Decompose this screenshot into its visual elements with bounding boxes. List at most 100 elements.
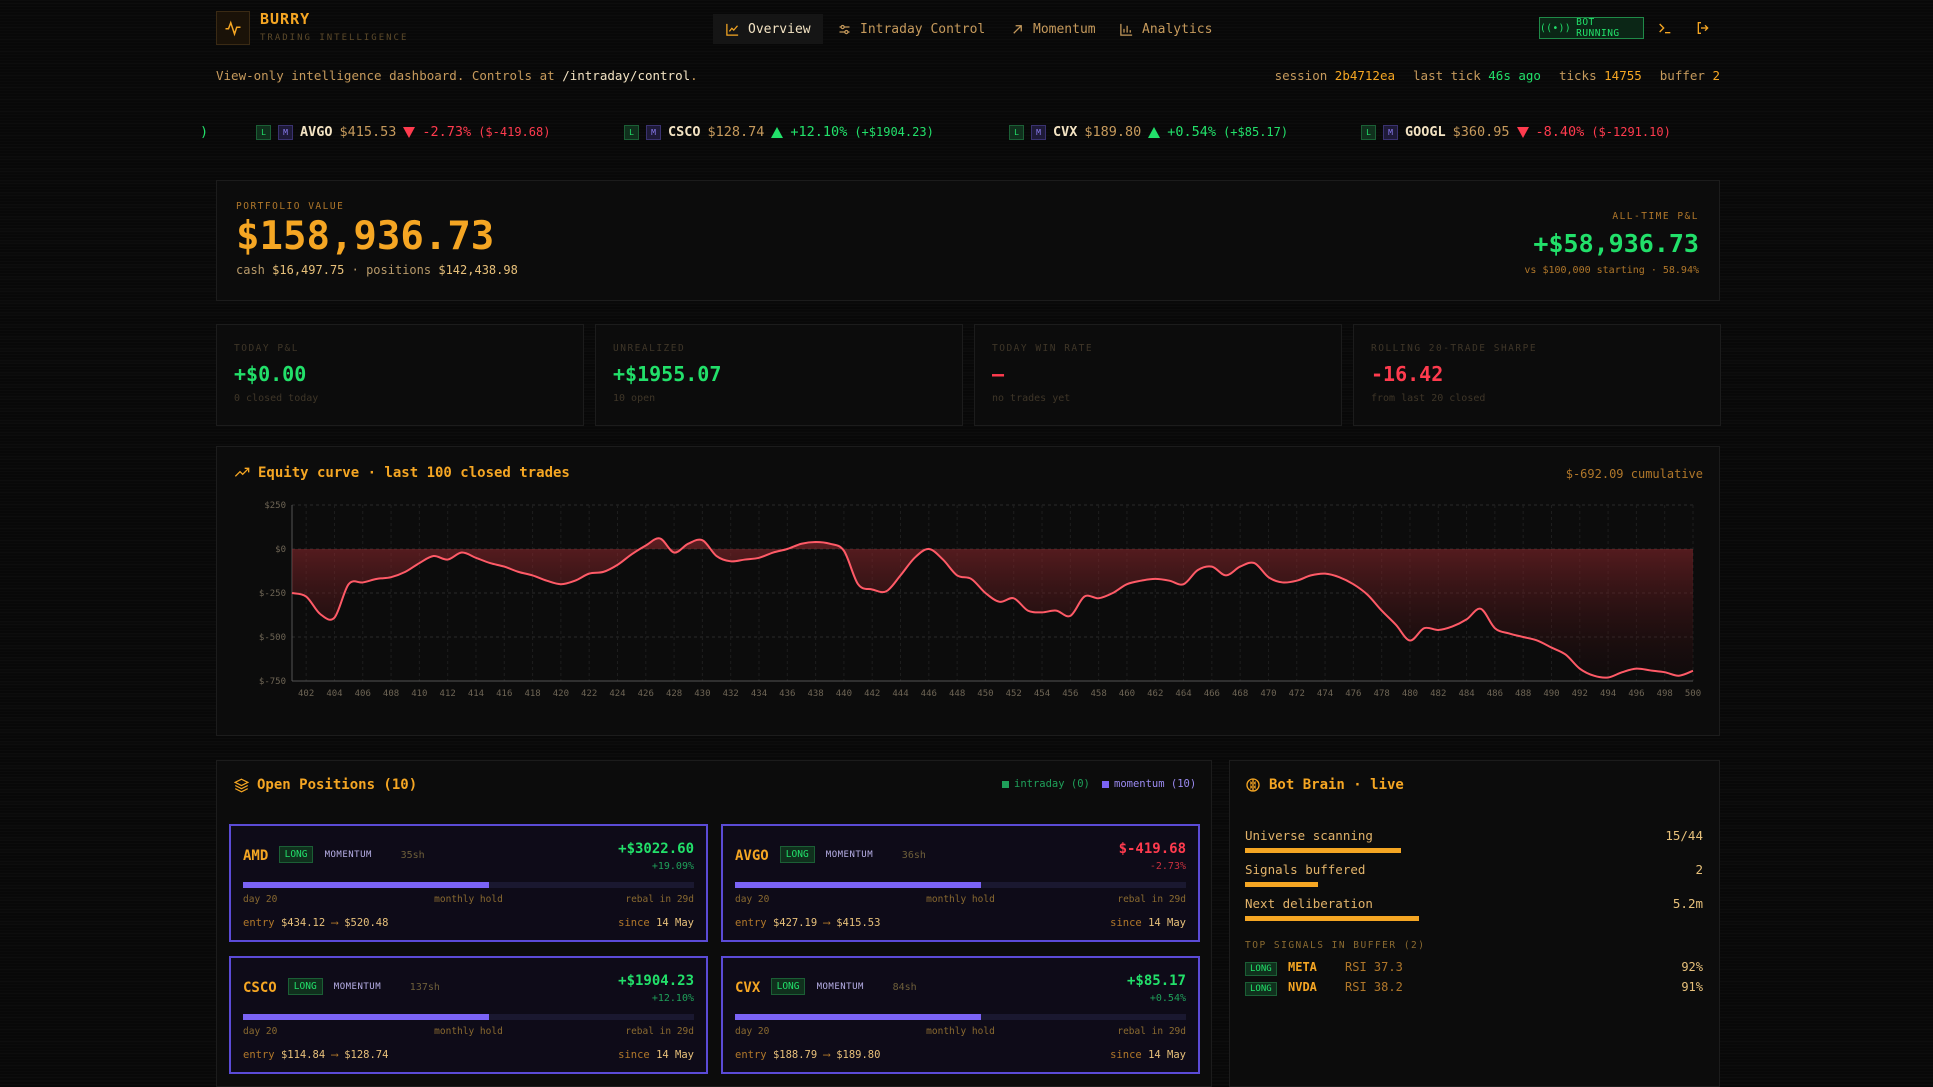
info-line: View-only intelligence dashboard. Contro… [216, 68, 698, 83]
x-tick-label: 472 [1289, 689, 1305, 699]
share-count: 84sh [892, 982, 917, 993]
brain-metric: Universe scanning 15/44 [1245, 828, 1703, 843]
position-symbol: CVX [735, 980, 761, 996]
x-tick-label: 480 [1402, 689, 1418, 699]
equity-chart: $250 $0 $-250 $-500 $-750 402 404 406 408 410 412 4… [259, 501, 1701, 699]
ticker-item[interactable]: LM CSCO $128.74 +12.10% (+$1904.23) [624, 124, 934, 140]
signal-rsi: RSI 38.2 [1345, 980, 1403, 994]
x-tick-label: 410 [411, 689, 427, 699]
logout-button[interactable] [1692, 17, 1714, 39]
hold-progress-bar [735, 882, 1186, 888]
y-tick-label: $-750 [259, 677, 286, 687]
x-tick-label: 424 [609, 689, 625, 699]
x-tick-label: 442 [864, 689, 880, 699]
intraday-swatch [1002, 780, 1009, 788]
x-tick-label: 420 [553, 689, 569, 699]
tab-intraday-control[interactable]: Intraday Control [825, 14, 997, 44]
positions-title: Open Positions (10) [234, 777, 417, 793]
tick-count: ticks 14755 [1558, 68, 1642, 83]
ticker-item[interactable]: LM CVX $189.80 +0.54% (+$85.17) [1009, 124, 1288, 140]
y-tick-label: $250 [264, 501, 286, 511]
signal-symbol: NVDA [1288, 980, 1317, 994]
brain-metric: Signals buffered 2 [1245, 862, 1703, 877]
x-tick-label: 454 [1034, 689, 1050, 699]
hold-progress-fill [243, 882, 490, 888]
strategy-label: MOMENTUM [324, 850, 372, 860]
position-pct: +12.10% [651, 993, 694, 1004]
tab-intraday-label: Intraday Control [860, 21, 986, 37]
position-card-amd[interactable]: AMD LONG MOMENTUM 35sh +$3022.60 +19.09% day 2… [229, 824, 708, 942]
x-tick-label: 438 [807, 689, 823, 699]
ticker-leading-fragment: ) [200, 124, 209, 140]
position-symbol: AMD [243, 848, 269, 864]
metric-value: 15/44 [1665, 828, 1703, 843]
tab-overview[interactable]: Overview [713, 14, 823, 44]
up-arrow-icon [771, 126, 784, 138]
ticker-item[interactable]: LM GOOGL $360.95 -8.40% ($-1291.10) [1361, 124, 1671, 140]
position-symbol: AVGO [735, 848, 769, 864]
long-chip: L [1009, 124, 1024, 140]
brand-name: BURRY [260, 10, 311, 28]
side-badge: LONG [278, 846, 314, 863]
terminal-button[interactable] [1654, 17, 1676, 39]
x-tick-label: 468 [1232, 689, 1248, 699]
tab-momentum-label: Momentum [1033, 21, 1096, 37]
metric-bar [1245, 916, 1420, 921]
position-card-cvx[interactable]: CVX LONG MOMENTUM 84sh +$85.17 +0.54% day 20 mo… [721, 956, 1200, 1074]
x-tick-label: 404 [326, 689, 342, 699]
signal-row[interactable]: LONG NVDA RSI 38.2 91% [1245, 980, 1703, 996]
x-tick-label: 488 [1515, 689, 1531, 699]
long-chip: L [624, 124, 639, 140]
alltime-pnl-label: ALL-TIME P&L [1612, 211, 1699, 222]
x-tick-label: 436 [779, 689, 795, 699]
x-tick-label: 460 [1119, 689, 1135, 699]
momentum-chip: M [646, 124, 661, 140]
hold-progress-bar [243, 1014, 694, 1020]
x-tick-label: 498 [1657, 689, 1673, 699]
x-tick-label: 494 [1600, 689, 1616, 699]
equity-area [292, 538, 1693, 678]
x-tick-label: 406 [355, 689, 371, 699]
x-tick-label: 492 [1572, 689, 1588, 699]
signal-row[interactable]: LONG META RSI 37.3 92% [1245, 960, 1703, 976]
x-tick-label: 414 [468, 689, 484, 699]
strategy-label: MOMENTUM [816, 982, 864, 992]
position-pct: +0.54% [1149, 993, 1186, 1004]
x-tick-label: 462 [1147, 689, 1163, 699]
long-chip: L [1361, 124, 1376, 140]
x-tick-label: 486 [1487, 689, 1503, 699]
metric-label: Signals buffered [1245, 862, 1366, 877]
tab-momentum[interactable]: Momentum [998, 14, 1108, 44]
bot-status-badge: ((•)) BOT RUNNING [1539, 17, 1644, 39]
side-badge: LONG [770, 978, 806, 995]
tab-overview-label: Overview [748, 21, 811, 37]
portfolio-label: PORTFOLIO VALUE [236, 201, 345, 212]
logo[interactable] [216, 11, 250, 45]
bot-brain-title: Bot Brain · live [1245, 777, 1404, 793]
x-tick-label: 496 [1628, 689, 1644, 699]
control-link[interactable]: /intraday/control [562, 68, 690, 83]
y-tick-label: $-500 [259, 633, 286, 643]
long-chip: L [256, 124, 271, 140]
ticker-item[interactable]: LM AVGO $415.53 -2.73% ($-419.68) [256, 124, 550, 140]
tab-analytics[interactable]: Analytics [1107, 14, 1224, 44]
signal-symbol: META [1288, 960, 1317, 974]
position-card-csco[interactable]: CSCO LONG MOMENTUM 137sh +$1904.23 +12.10% day… [229, 956, 708, 1074]
since-info: since 14 May [618, 1049, 694, 1061]
momentum-chip: M [278, 124, 293, 140]
since-info: since 14 May [1110, 917, 1186, 929]
brain-metric: Next deliberation 5.2m [1245, 896, 1703, 911]
x-tick-label: 450 [977, 689, 993, 699]
x-tick-label: 482 [1430, 689, 1446, 699]
pulse-icon [225, 20, 241, 37]
position-pnl: $-419.68 [1118, 841, 1186, 857]
x-tick-label: 434 [751, 689, 767, 699]
x-tick-label: 466 [1204, 689, 1220, 699]
momentum-chip: M [1383, 124, 1398, 140]
share-count: 35sh [400, 850, 425, 861]
entry-info: entry $188.79 ⟶ $189.80 [735, 1049, 881, 1061]
stat-card-today-pnl: TODAY P&L +$0.00 0 closed today [216, 324, 584, 426]
position-card-avgo[interactable]: AVGO LONG MOMENTUM 36sh $-419.68 -2.73% day 20… [721, 824, 1200, 942]
rebal-countdown: rebal in 29d [1117, 1026, 1186, 1037]
down-arrow-icon [403, 126, 416, 138]
